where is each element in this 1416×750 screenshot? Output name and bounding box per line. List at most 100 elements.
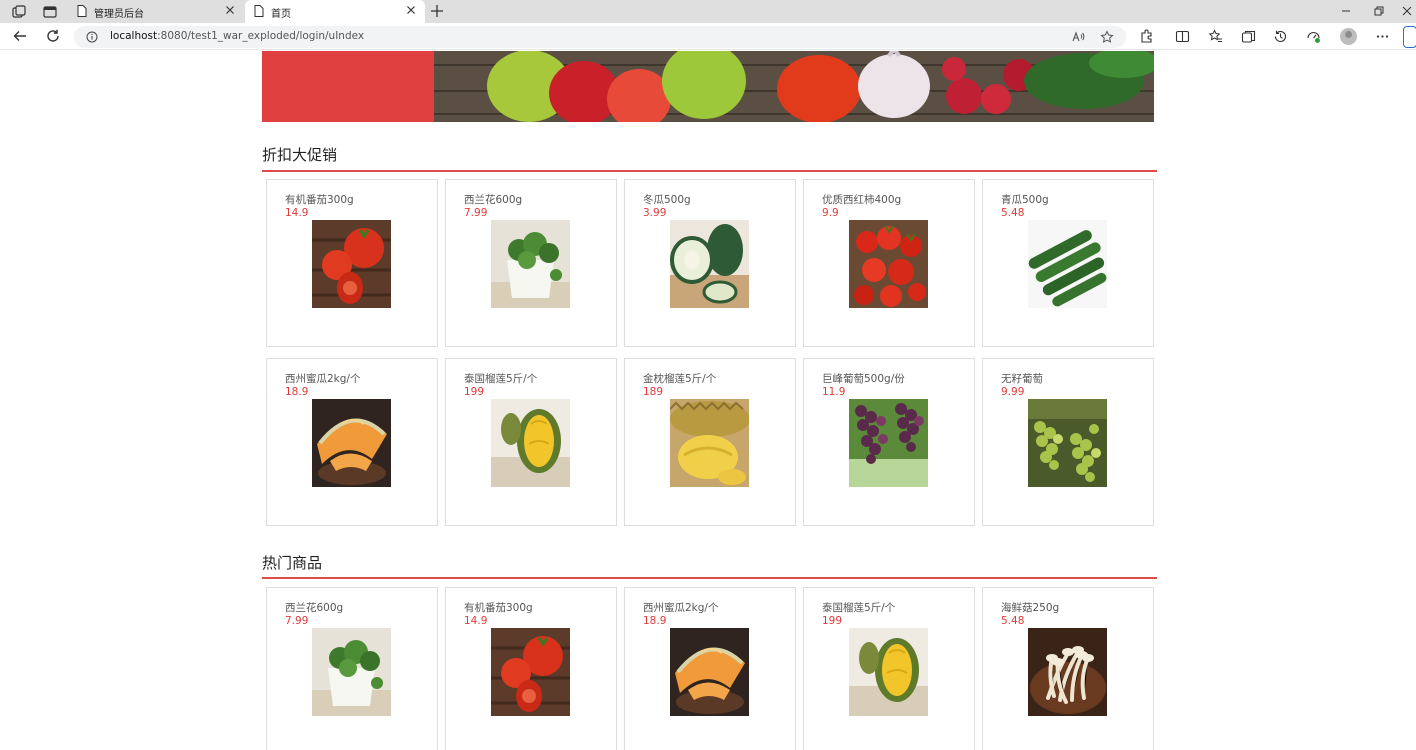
product-card[interactable]: 西兰花600g 7.99 [445,179,617,347]
tab-home[interactable]: 首页 [245,0,425,23]
product-price: 18.9 [285,386,309,398]
product-name[interactable]: 有机番茄300g [464,600,533,615]
product-price: 14.9 [464,615,488,627]
favorite-star-icon[interactable] [1100,30,1114,44]
product-card[interactable]: 青瓜500g 5.48 [982,179,1154,347]
more-options-icon[interactable] [1375,29,1390,44]
collections-icon[interactable] [1241,29,1256,44]
new-tab-icon[interactable] [429,3,445,19]
tab-admin[interactable]: 管理员后台 [68,0,244,23]
banner-red-block [262,51,434,122]
product-name[interactable]: 西州蜜瓜2kg/个 [643,600,718,615]
minimize-icon[interactable] [1339,4,1353,18]
product-price: 5.48 [1001,207,1025,219]
product-image-tomato[interactable] [491,628,570,716]
banner-image [434,51,1154,122]
product-name[interactable]: 西兰花600g [464,192,522,207]
product-image-durian[interactable] [849,628,928,716]
product-card[interactable]: 西兰花600g 7.99 [266,587,438,750]
read-aloud-icon[interactable] [1071,30,1085,44]
product-card[interactable]: 海鲜菇250g 5.48 [982,587,1154,750]
performance-icon[interactable] [1306,29,1321,44]
product-card[interactable]: 西州蜜瓜2kg/个 18.9 [624,587,796,750]
product-card[interactable]: 冬瓜500g 3.99 [624,179,796,347]
product-image-melon[interactable] [670,628,749,716]
product-name[interactable]: 无籽葡萄 [1001,371,1043,386]
refresh-icon[interactable] [45,28,61,44]
product-card[interactable]: 金枕榴莲5斤/个 189 [624,358,796,526]
product-name[interactable]: 西州蜜瓜2kg/个 [285,371,360,386]
product-card[interactable]: 有机番茄300g 14.9 [445,587,617,750]
url-path: :8080/test1_war_exploded/login/uIndex [157,30,365,42]
product-image-mushroom[interactable] [1028,628,1107,716]
product-name[interactable]: 金枕榴莲5斤/个 [643,371,716,386]
extensions-icon[interactable] [1139,29,1154,44]
product-image-wax-gourd[interactable] [670,220,749,308]
product-image-cucumber[interactable] [1028,220,1107,308]
split-screen-icon[interactable] [1175,29,1190,44]
section-divider [262,577,1157,579]
copilot-button[interactable] [1403,26,1416,48]
product-price: 7.99 [464,207,488,219]
profile-avatar[interactable] [1340,28,1357,45]
browser-tab-bar: 管理员后台 首页 [0,0,1416,23]
product-name[interactable]: 优质西红柿400g [822,192,901,207]
product-price: 11.9 [822,386,846,398]
address-bar[interactable]: localhost:8080/test1_war_exploded/login/… [74,26,1126,48]
close-window-icon[interactable] [1400,4,1414,18]
product-price: 199 [822,615,843,627]
tab-label: 管理员后台 [94,9,144,20]
tab-label: 首页 [271,9,291,20]
product-card[interactable]: 泰国榴莲5斤/个 199 [803,587,975,750]
product-name[interactable]: 青瓜500g [1001,192,1049,207]
product-price: 7.99 [285,615,309,627]
product-card[interactable]: 优质西红柿400g 9.9 [803,179,975,347]
product-card[interactable]: 西州蜜瓜2kg/个 18.9 [266,358,438,526]
url-text: localhost:8080/test1_war_exploded/login/… [110,30,364,42]
product-price: 199 [464,386,485,398]
product-image-melon[interactable] [312,399,391,487]
product-price: 3.99 [643,207,667,219]
product-image-grape-purple[interactable] [849,399,928,487]
product-name[interactable]: 西兰花600g [285,600,343,615]
product-image-durian-golden[interactable] [670,399,749,487]
product-price: 5.48 [1001,615,1025,627]
product-price: 9.99 [1001,386,1025,398]
product-name[interactable]: 泰国榴莲5斤/个 [822,600,895,615]
tab-actions-icon[interactable] [42,4,58,20]
product-card[interactable]: 巨峰葡萄500g/份 11.9 [803,358,975,526]
back-icon[interactable] [12,28,28,44]
page-viewport: 折扣大促销 有机番茄300g 14.9 西兰花600g 7.99 冬瓜500g 3.99 优… [0,51,1416,750]
product-card[interactable]: 有机番茄300g 14.9 [266,179,438,347]
info-icon[interactable] [86,31,98,43]
product-card[interactable]: 泰国榴莲5斤/个 199 [445,358,617,526]
restore-icon[interactable] [1372,4,1386,18]
product-price: 9.9 [822,207,839,219]
product-card[interactable]: 无籽葡萄 9.99 [982,358,1154,526]
product-image-cherry-tomato[interactable] [849,220,928,308]
workspaces-icon[interactable] [11,4,27,20]
product-name[interactable]: 巨峰葡萄500g/份 [822,371,905,386]
product-image-broccoli[interactable] [312,628,391,716]
close-icon[interactable] [224,4,236,16]
product-name[interactable]: 冬瓜500g [643,192,691,207]
url-host: localhost [110,30,158,42]
product-price: 18.9 [643,615,667,627]
product-name[interactable]: 泰国榴莲5斤/个 [464,371,537,386]
page-icon [254,5,264,17]
favorites-icon[interactable] [1208,29,1223,44]
product-name[interactable]: 有机番茄300g [285,192,354,207]
product-image-grape-green[interactable] [1028,399,1107,487]
product-image-durian[interactable] [491,399,570,487]
product-price: 14.9 [285,207,309,219]
banner-produce-illustration [434,51,1154,122]
product-image-tomato[interactable] [312,220,391,308]
close-icon[interactable] [405,4,417,16]
browser-toolbar: localhost:8080/test1_war_exploded/login/… [0,23,1416,50]
section-title-discount: 折扣大促销 [262,146,338,164]
section-title-hot: 热门商品 [262,554,323,572]
product-name[interactable]: 海鲜菇250g [1001,600,1059,615]
product-price: 189 [643,386,664,398]
product-image-broccoli[interactable] [491,220,570,308]
history-icon[interactable] [1273,29,1288,44]
